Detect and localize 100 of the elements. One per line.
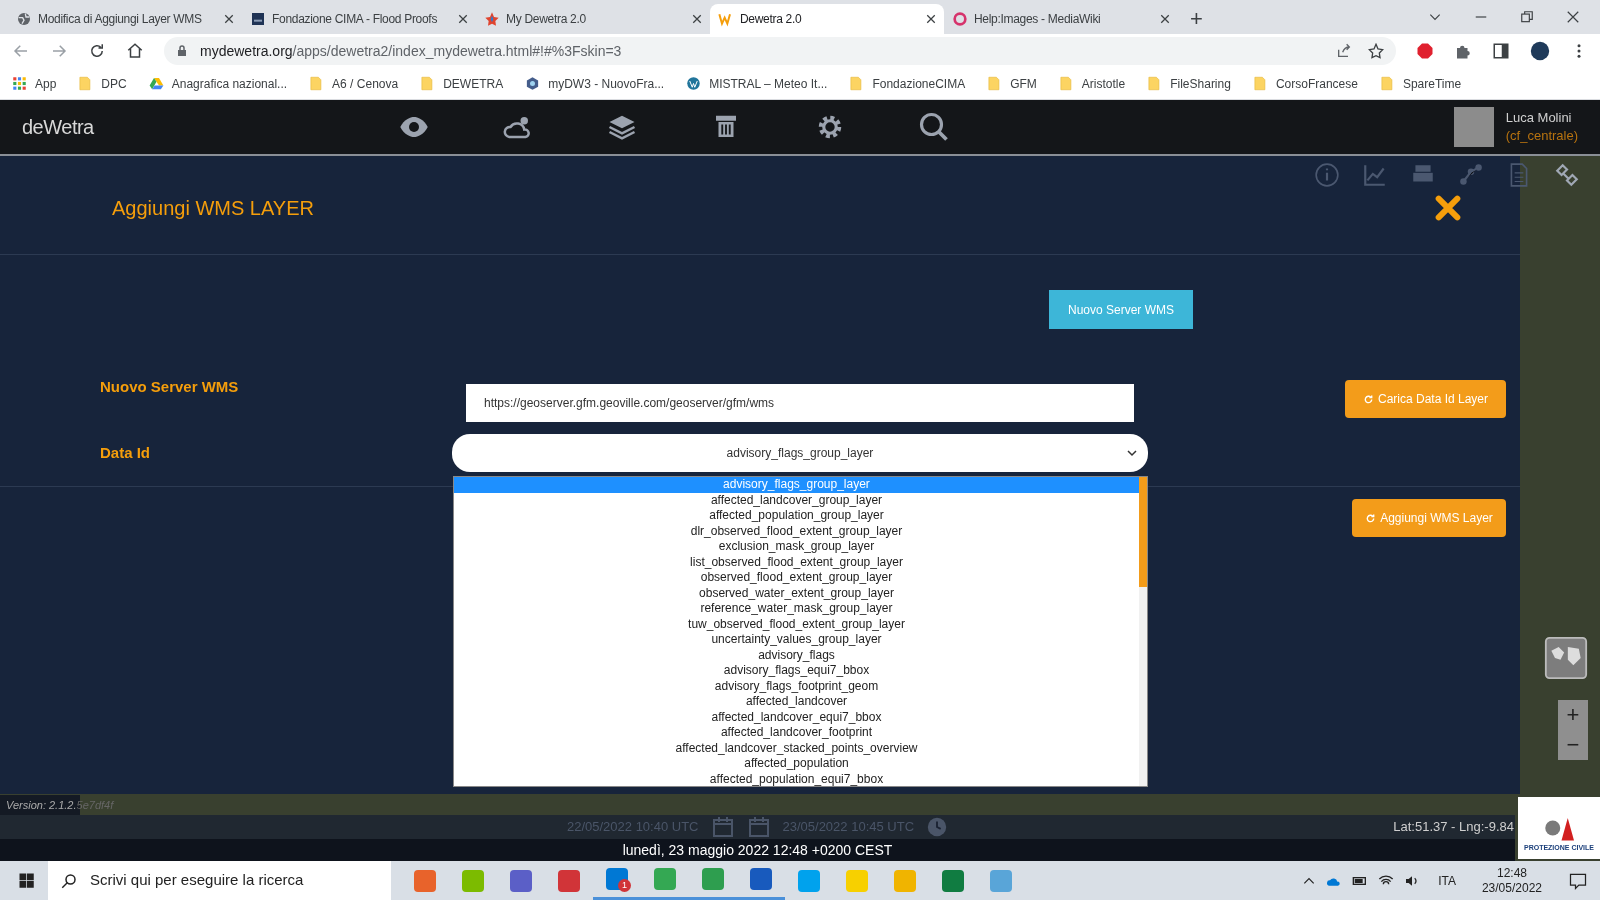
app-logo: deWetra bbox=[22, 115, 94, 140]
page-icon bbox=[250, 11, 266, 27]
search-icon bbox=[60, 871, 78, 890]
bookmark-item[interactable]: Anagrafica nazional... bbox=[148, 74, 288, 93]
keyboard-language[interactable]: ITA bbox=[1430, 871, 1464, 890]
dropdown-option[interactable]: affected_landcover_stacked_points_overview bbox=[454, 740, 1139, 756]
dropdown-option[interactable]: advisory_flags_equi7_bbox bbox=[454, 663, 1139, 679]
back-arrow-icon[interactable] bbox=[12, 42, 30, 60]
world-map-icon[interactable] bbox=[1544, 636, 1588, 680]
satellite-icon[interactable] bbox=[1554, 162, 1580, 188]
bookmark-item[interactable]: DPC bbox=[78, 74, 127, 93]
reload-icon[interactable] bbox=[88, 42, 106, 60]
share-icon[interactable] bbox=[1336, 43, 1352, 59]
dropdown-option[interactable]: affected_landcover_footprint bbox=[454, 725, 1139, 741]
bookmark-item[interactable]: myDW3 - NuovoFra... bbox=[525, 74, 665, 93]
dropdown-option[interactable]: affected_landcover_group_layer bbox=[454, 492, 1139, 508]
taskbar-search-field[interactable]: Scrivi qui per eseguire la ricerca bbox=[48, 861, 391, 900]
close-icon[interactable] bbox=[692, 14, 702, 24]
bookmark-item[interactable]: Aristotle bbox=[1058, 74, 1126, 93]
folder-icon bbox=[1252, 76, 1268, 91]
user-name: Luca Molini bbox=[1505, 109, 1573, 127]
bookmark-item[interactable]: A6 / Cenova bbox=[309, 74, 399, 93]
dropdown-option[interactable]: affected_population bbox=[454, 756, 1139, 772]
app-icon bbox=[702, 868, 724, 890]
globe-search-icon[interactable] bbox=[918, 112, 949, 142]
close-icon[interactable] bbox=[458, 14, 468, 24]
field-label: Nuovo Server WMS bbox=[99, 377, 240, 397]
address-bar[interactable]: mydewetra.org/apps/dewetra2/index_mydewetra.html#!#%3Fskin=3 bbox=[164, 37, 1396, 65]
browser-tab[interactable]: My Dewetra 2.0 bbox=[476, 4, 710, 34]
app-icon bbox=[750, 868, 772, 890]
dropdown-option[interactable]: reference_water_mask_group_layer bbox=[454, 601, 1139, 617]
adblock-icon[interactable] bbox=[1416, 42, 1434, 60]
browser-tab[interactable]: Modifica di Aggiungi Layer WMS bbox=[8, 4, 242, 34]
server-url-field[interactable]: https://geoserver.gfm.geoville.com/geoserver/gfm/wms bbox=[466, 384, 1134, 422]
app-icon bbox=[798, 869, 820, 892]
dropdown-option[interactable]: advisory_flags bbox=[454, 647, 1139, 663]
folder-icon bbox=[987, 76, 1003, 91]
dropdown-option[interactable]: dlr_observed_flood_extent_group_layer bbox=[454, 523, 1139, 539]
taskbar-clock[interactable]: 12:48 23/05/2022 bbox=[1473, 865, 1550, 896]
bookmark-item[interactable]: FileSharing bbox=[1147, 74, 1231, 93]
app-icon bbox=[558, 869, 580, 892]
folder-icon bbox=[1058, 76, 1074, 91]
dropdown-option[interactable]: exclusion_mask_group_layer bbox=[454, 539, 1139, 555]
folder-icon bbox=[849, 76, 865, 91]
dropdown-option[interactable]: affected_population_group_layer bbox=[454, 508, 1139, 524]
close-icon[interactable] bbox=[1566, 10, 1580, 24]
dropdown-option[interactable]: tuw_observed_flood_extent_group_layer bbox=[454, 616, 1139, 632]
side-panel-icon[interactable] bbox=[1492, 42, 1510, 60]
bookmark-item[interactable]: CorsoFrancese bbox=[1252, 74, 1358, 93]
current-datetime: lunedì, 23 maggio 2022 12:48 +0200 CEST bbox=[622, 840, 893, 860]
bookmark-item[interactable]: DEWETRA bbox=[420, 74, 504, 93]
browser-tab[interactable]: Fondazione CIMA - Flood Proofs bbox=[242, 4, 476, 34]
star-icon bbox=[484, 11, 500, 27]
new-tab-button[interactable]: + bbox=[1190, 8, 1203, 30]
taskbar-app[interactable]: 1 bbox=[593, 861, 641, 900]
forward-arrow-icon[interactable] bbox=[50, 42, 68, 60]
app-icon bbox=[510, 869, 532, 892]
app-icon bbox=[654, 868, 676, 890]
folder-icon bbox=[78, 76, 94, 91]
dropdown-option[interactable]: advisory_flags_footprint_geom bbox=[454, 678, 1139, 694]
folder-icon bbox=[420, 76, 436, 91]
app-icon bbox=[942, 869, 964, 892]
zoom-in-button[interactable]: + bbox=[1558, 700, 1588, 730]
profile-avatar-icon[interactable] bbox=[1530, 41, 1550, 61]
field-label: Data Id bbox=[99, 442, 151, 463]
zoom-out-button[interactable]: − bbox=[1558, 730, 1588, 760]
app-icon bbox=[990, 869, 1012, 892]
bookmark-item[interactable]: SpareTime bbox=[1379, 74, 1462, 93]
close-icon[interactable] bbox=[926, 14, 936, 24]
refresh-icon bbox=[1362, 393, 1374, 405]
bookmark-item[interactable]: FondazioneCIMA bbox=[849, 74, 966, 93]
data-id-select[interactable]: advisory_flags_group_layer bbox=[452, 434, 1148, 472]
dropdown-option[interactable]: observed_water_extent_group_layer bbox=[454, 585, 1139, 601]
w-logo-icon bbox=[718, 11, 734, 27]
folder-icon bbox=[1379, 76, 1395, 91]
browser-tab[interactable]: Help:Images - MediaWiki bbox=[944, 4, 1178, 34]
dropdown-option[interactable]: list_observed_flood_extent_group_layer bbox=[454, 554, 1139, 570]
globe-icon bbox=[16, 11, 32, 27]
dropdown-option[interactable]: affected_population_equi7_bbox bbox=[454, 771, 1139, 787]
coordinates-text: Lat:51.37 - Lng:-9.84 bbox=[1393, 818, 1514, 836]
apps-grid-icon bbox=[12, 76, 27, 91]
hexagon-logo-icon bbox=[525, 76, 541, 91]
triangle-logo-icon bbox=[148, 76, 164, 91]
bookmark-item[interactable]: GFM bbox=[987, 74, 1037, 93]
close-icon[interactable] bbox=[1160, 14, 1170, 24]
close-icon[interactable] bbox=[224, 14, 234, 24]
home-icon[interactable] bbox=[126, 42, 144, 60]
dropdown-option[interactable]: affected_landcover bbox=[454, 694, 1139, 710]
restore-icon[interactable] bbox=[1520, 10, 1534, 24]
browser-tab[interactable]: Dewetra 2.0 bbox=[710, 4, 944, 34]
scrollbar-thumb[interactable] bbox=[1139, 477, 1147, 587]
notification-badge: 1 bbox=[618, 879, 631, 892]
app-icon bbox=[462, 869, 484, 892]
bookmark-item[interactable]: MISTRAL – Meteo It... bbox=[686, 74, 828, 93]
app-icon bbox=[414, 869, 436, 892]
bookmark-star-icon[interactable] bbox=[1368, 43, 1384, 59]
dropdown-option[interactable]: uncertainty_values_group_layer bbox=[454, 632, 1139, 648]
bookmark-item[interactable]: App bbox=[12, 74, 57, 93]
dropdown-option[interactable]: affected_landcover_equi7_bbox bbox=[454, 709, 1139, 725]
dropdown-option[interactable]: observed_flood_extent_group_layer bbox=[454, 570, 1139, 586]
